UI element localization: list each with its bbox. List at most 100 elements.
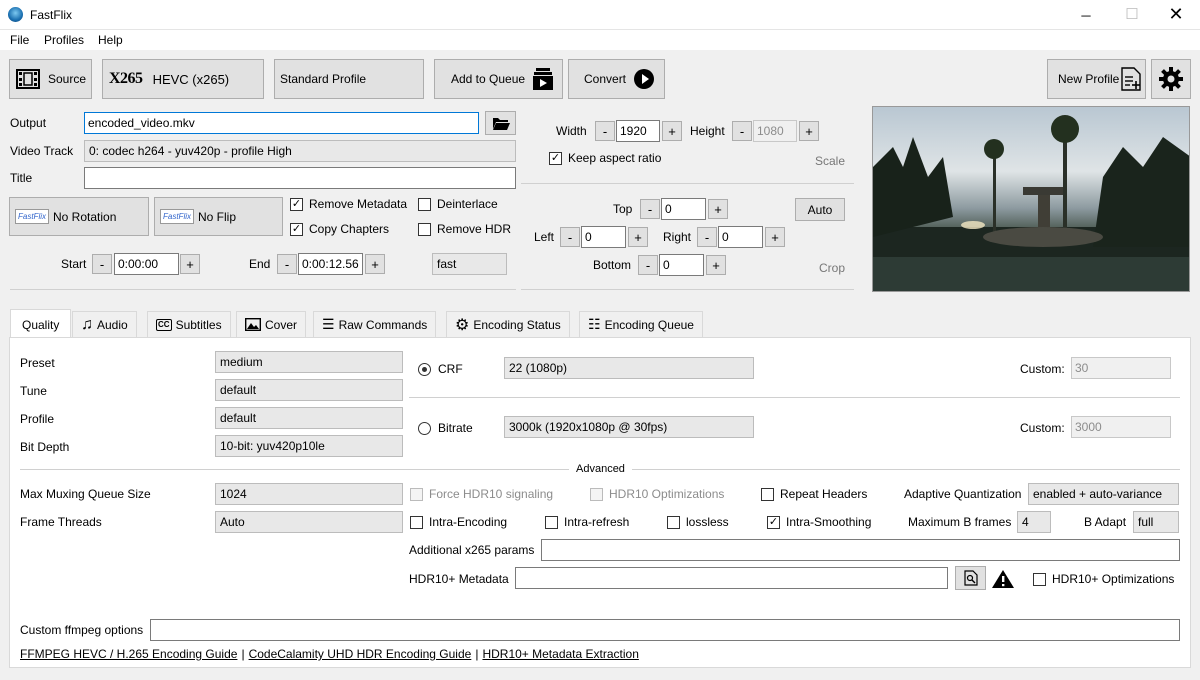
crop-bottom-input[interactable]: 0 xyxy=(659,254,704,276)
tune-select[interactable]: default xyxy=(215,379,403,401)
rotation-select[interactable]: FastFlix No Rotation xyxy=(9,197,149,236)
close-icon[interactable]: ✕ xyxy=(1166,4,1186,25)
x265-profile-select[interactable]: default xyxy=(215,407,403,429)
hdr10-optimizations-checkbox[interactable]: HDR10 Optimizations xyxy=(590,487,724,501)
remove-metadata-checkbox[interactable]: ✓ Remove Metadata xyxy=(290,197,407,211)
crf-select[interactable]: 22 (1080p) xyxy=(504,357,754,379)
hdr10plus-browse-button[interactable] xyxy=(955,566,986,590)
preset-select[interactable]: medium xyxy=(215,351,403,373)
crf-custom-input[interactable]: 30 xyxy=(1071,357,1171,379)
crop-right-input[interactable]: 0 xyxy=(718,226,763,248)
max-b-frames-select[interactable]: 4 xyxy=(1017,511,1051,533)
crop-top-input[interactable]: 0 xyxy=(661,198,706,220)
tab-audio[interactable]: ♫ Audio xyxy=(72,311,137,337)
copy-chapters-check[interactable]: ✓ xyxy=(290,222,303,236)
start-increment-button[interactable]: + xyxy=(180,254,200,274)
crop-left-input[interactable]: 0 xyxy=(581,226,626,248)
crop-right-decrement-button[interactable]: - xyxy=(697,227,717,247)
tab-encoding-queue[interactable]: ☷ Encoding Queue xyxy=(579,311,703,337)
crop-left-increment-button[interactable]: + xyxy=(628,227,648,247)
hdr10plus-optimizations-check[interactable] xyxy=(1033,572,1046,586)
add-to-queue-button[interactable]: Add to Queue xyxy=(434,59,563,99)
video-track-select[interactable]: 0: codec h264 - yuv420p - profile High xyxy=(84,140,516,162)
additional-params-input[interactable] xyxy=(541,539,1180,561)
remove-hdr-checkbox[interactable]: Remove HDR xyxy=(418,222,511,236)
remove-metadata-check[interactable]: ✓ xyxy=(290,197,303,211)
copy-chapters-checkbox[interactable]: ✓ Copy Chapters xyxy=(290,222,389,236)
custom-ffmpeg-input[interactable] xyxy=(150,619,1180,641)
crop-right-increment-button[interactable]: + xyxy=(765,227,785,247)
crop-top-increment-button[interactable]: + xyxy=(708,199,728,219)
width-decrement-button[interactable]: - xyxy=(595,121,615,141)
intra-refresh-check[interactable] xyxy=(545,515,558,529)
hdr10-optimizations-check[interactable] xyxy=(590,487,603,501)
intra-encoding-checkbox[interactable]: Intra-Encoding xyxy=(410,515,507,529)
bitrate-custom-input[interactable]: 3000 xyxy=(1071,416,1171,438)
end-increment-button[interactable]: + xyxy=(365,254,385,274)
crf-radio[interactable]: CRF xyxy=(418,362,463,376)
intra-refresh-checkbox[interactable]: Intra-refresh xyxy=(545,515,629,529)
b-adapt-select[interactable]: full xyxy=(1133,511,1179,533)
menu-file[interactable]: File xyxy=(10,33,29,47)
crop-bottom-increment-button[interactable]: + xyxy=(706,255,726,275)
encoder-select[interactable]: X265 HEVC (x265) xyxy=(102,59,264,99)
width-increment-button[interactable]: + xyxy=(662,121,682,141)
hevc-guide-link[interactable]: FFMPEG HEVC / H.265 Encoding Guide xyxy=(20,647,237,661)
convert-button[interactable]: Convert xyxy=(568,59,665,99)
force-hdr10-checkbox[interactable]: Force HDR10 signaling xyxy=(410,487,553,501)
source-button[interactable]: Source xyxy=(9,59,92,99)
lossless-check[interactable] xyxy=(667,515,680,529)
height-input[interactable]: 1080 xyxy=(753,120,797,142)
crop-top-decrement-button[interactable]: - xyxy=(640,199,660,219)
intra-encoding-check[interactable] xyxy=(410,515,423,529)
crop-left-decrement-button[interactable]: - xyxy=(560,227,580,247)
deinterlace-check[interactable] xyxy=(418,197,431,211)
repeat-headers-checkbox[interactable]: Repeat Headers xyxy=(761,487,867,501)
intra-smoothing-checkbox[interactable]: ✓ Intra-Smoothing xyxy=(767,515,871,529)
tab-quality[interactable]: Quality xyxy=(10,309,72,339)
max-mux-select[interactable]: 1024 xyxy=(215,483,403,505)
force-hdr10-check[interactable] xyxy=(410,487,423,501)
hdr10plus-optimizations-checkbox[interactable]: HDR10+ Optimizations xyxy=(1033,572,1174,586)
keep-aspect-check[interactable]: ✓ xyxy=(549,151,562,165)
frame-threads-select[interactable]: Auto xyxy=(215,511,403,533)
title-input[interactable] xyxy=(84,167,516,189)
hdr10plus-extraction-link[interactable]: HDR10+ Metadata Extraction xyxy=(482,647,638,661)
bitrate-select[interactable]: 3000k (1920x1080p @ 30fps) xyxy=(504,416,754,438)
intra-smoothing-check[interactable]: ✓ xyxy=(767,515,780,529)
width-input[interactable]: 1920 xyxy=(616,120,660,142)
height-increment-button[interactable]: + xyxy=(799,121,819,141)
tab-subtitles[interactable]: CC Subtitles xyxy=(147,311,231,337)
output-browse-button[interactable] xyxy=(485,111,516,135)
deinterlace-checkbox[interactable]: Deinterlace xyxy=(418,197,498,211)
video-preview-thumbnail[interactable] xyxy=(872,106,1190,292)
bitrate-radio-button[interactable] xyxy=(418,421,431,435)
flip-select[interactable]: FastFlix No Flip xyxy=(154,197,283,236)
tab-raw-commands[interactable]: ☰ Raw Commands xyxy=(313,311,437,337)
new-profile-button[interactable]: New Profile xyxy=(1047,59,1146,99)
menu-help[interactable]: Help xyxy=(98,33,123,47)
minimize-icon[interactable]: ─ xyxy=(1076,8,1096,23)
bit-depth-select[interactable]: 10-bit: yuv420p10le xyxy=(215,435,403,457)
speed-preset-select[interactable]: fast xyxy=(432,253,507,275)
maximize-icon[interactable]: ☐ xyxy=(1122,5,1142,23)
crop-bottom-decrement-button[interactable]: - xyxy=(638,255,658,275)
repeat-headers-check[interactable] xyxy=(761,487,774,501)
height-decrement-button[interactable]: - xyxy=(732,121,752,141)
start-decrement-button[interactable]: - xyxy=(92,254,112,274)
start-time-input[interactable]: 0:00:00 xyxy=(114,253,179,275)
crf-radio-button[interactable] xyxy=(418,362,431,376)
end-decrement-button[interactable]: - xyxy=(277,254,297,274)
end-time-input[interactable]: 0:00:12.56 xyxy=(298,253,363,275)
bitrate-radio[interactable]: Bitrate xyxy=(418,421,473,435)
lossless-checkbox[interactable]: lossless xyxy=(667,515,729,529)
tab-encoding-status[interactable]: ⚙ Encoding Status xyxy=(446,311,570,337)
keep-aspect-checkbox[interactable]: ✓ Keep aspect ratio xyxy=(549,151,661,165)
hdr10plus-metadata-input[interactable] xyxy=(515,567,948,589)
output-filename-input[interactable]: encoded_video.mkv xyxy=(84,112,479,134)
aq-select[interactable]: enabled + auto-variance xyxy=(1028,483,1179,505)
settings-button[interactable] xyxy=(1151,59,1191,99)
menu-profiles[interactable]: Profiles xyxy=(44,33,84,47)
crop-auto-button[interactable]: Auto xyxy=(795,198,845,221)
tab-cover[interactable]: Cover xyxy=(236,311,307,337)
